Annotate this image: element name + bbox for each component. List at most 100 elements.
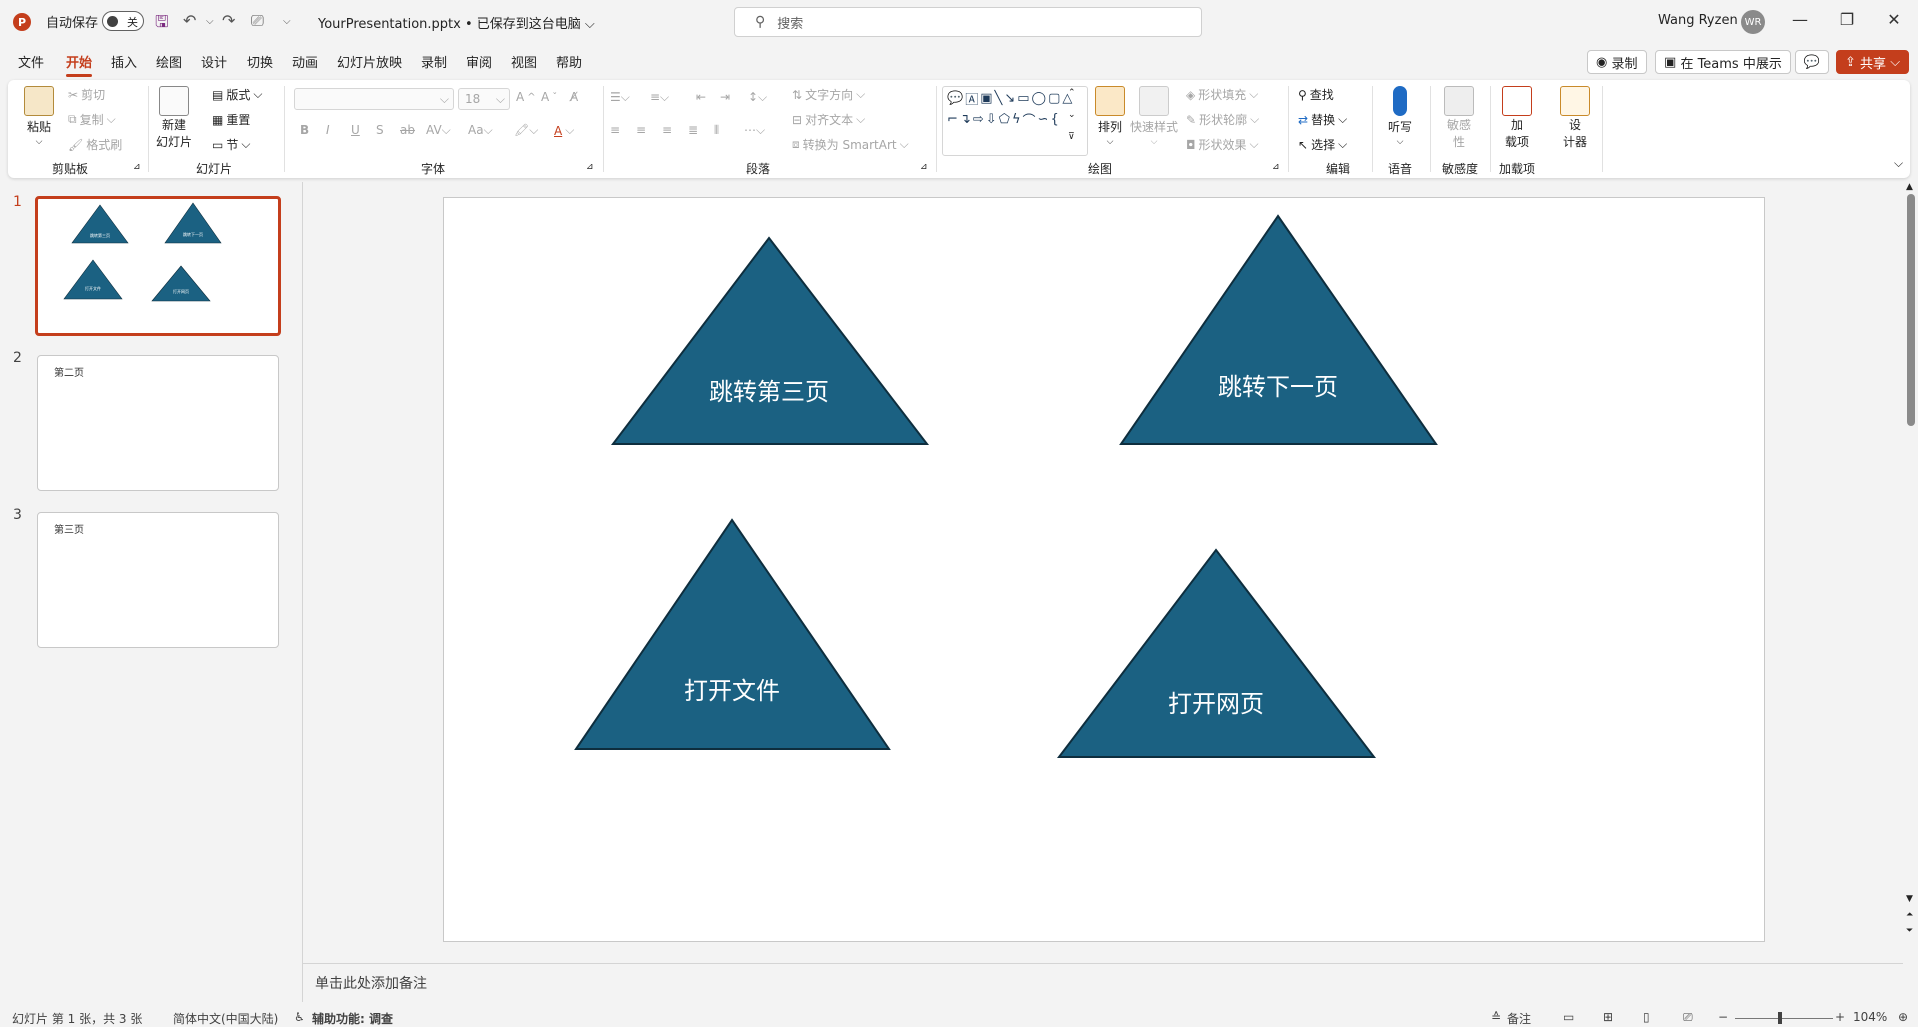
tab-help[interactable]: 帮助 xyxy=(556,52,582,71)
previous-slide-icon[interactable]: ⏶ xyxy=(1906,910,1913,920)
triangle-open-webpage[interactable]: 打开网页 xyxy=(1056,548,1377,758)
search-input[interactable]: ⚲ 搜索 xyxy=(734,7,1202,37)
change-case-button[interactable]: Aa⌵ xyxy=(468,123,493,138)
elbow-arrow-shape-icon[interactable]: ↴ xyxy=(960,112,971,127)
font-name-combo[interactable]: ⌵ xyxy=(294,88,454,110)
triangle-open-file[interactable]: 打开文件 xyxy=(574,518,891,750)
char-spacing-button[interactable]: AV⌵ xyxy=(426,123,451,138)
italic-button[interactable]: I xyxy=(326,123,330,137)
redo-icon[interactable]: ↷ xyxy=(222,11,235,30)
tab-design[interactable]: 设计 xyxy=(201,52,227,71)
triangle-shape[interactable] xyxy=(1056,548,1377,758)
align-text-button[interactable]: ⊟ 对齐文本 ⌵ xyxy=(792,111,865,128)
panel-splitter[interactable] xyxy=(302,182,303,1002)
arc-shape-icon[interactable]: ⌒ xyxy=(1023,110,1036,129)
tab-insert[interactable]: 插入 xyxy=(111,52,137,71)
designer-button[interactable]: 设 计器 xyxy=(1560,86,1590,150)
arrange-button[interactable]: 排列 ⌵ xyxy=(1095,86,1125,147)
slide-thumbnail-2[interactable]: 第二页 xyxy=(37,355,279,491)
zoom-slider[interactable] xyxy=(1735,1018,1833,1019)
vertical-scrollbar[interactable]: ▲ ▼ ⏶ ⏷ xyxy=(1904,182,1918,942)
paragraph-spacing-icon[interactable]: ⋯⌵ xyxy=(744,123,765,138)
record-button[interactable]: ◉ 录制 xyxy=(1587,50,1647,74)
brace-shape-icon[interactable]: { xyxy=(1050,112,1058,127)
callout-shape-icon[interactable]: 💬 xyxy=(947,91,963,106)
notes-toggle-icon[interactable]: ≙ xyxy=(1491,1010,1501,1024)
freeform-shape-icon[interactable]: ϟ xyxy=(1012,112,1021,127)
comments-button[interactable]: 💬 xyxy=(1795,50,1829,74)
zoom-level[interactable]: 104% xyxy=(1853,1010,1887,1024)
tab-review[interactable]: 审阅 xyxy=(466,52,492,71)
clipboard-launcher-icon[interactable]: ⊿ xyxy=(133,162,141,172)
close-button[interactable]: ✕ xyxy=(1871,10,1917,29)
shapes-scroll-down-icon[interactable]: ⌄ xyxy=(1068,110,1076,120)
underline-button[interactable]: U xyxy=(351,123,360,137)
find-button[interactable]: ⚲ 查找 xyxy=(1298,86,1334,103)
numbering-icon[interactable]: ≡⌵ xyxy=(650,90,669,105)
layout-button[interactable]: ▤ 版式 ⌵ xyxy=(212,86,262,103)
text-direction-button[interactable]: ⇅ 文字方向 ⌵ xyxy=(792,86,865,103)
oval-shape-icon[interactable]: ◯ xyxy=(1032,91,1047,106)
notes-pane[interactable]: 单击此处添加备注 xyxy=(303,963,1903,1003)
accessibility-status[interactable]: 辅助功能: 调查 xyxy=(312,1010,393,1027)
user-name[interactable]: Wang Ryzen xyxy=(1658,13,1738,28)
slide-thumbnail-3[interactable]: 第三页 xyxy=(37,512,279,648)
shrink-font-button[interactable]: Aˇ xyxy=(541,90,557,104)
addins-button[interactable]: 加 载项 xyxy=(1502,86,1532,150)
autosave-toggle[interactable]: 关 xyxy=(102,11,144,31)
shapes-gallery[interactable]: 💬 🄰 ▣ ╲ ↘ ▭ ◯ ▢ △ ⌐ ↴ ⇨ ⇩ ⬠ ϟ ⌒ ∽ { xyxy=(942,86,1088,156)
file-name[interactable]: YourPresentation.pptx • 已保存到这台电脑 ⌵ xyxy=(318,13,595,32)
present-from-start-icon[interactable]: ⎚ xyxy=(251,11,264,31)
line-spacing-icon[interactable]: ↕⌵ xyxy=(748,90,767,105)
shape-outline-button[interactable]: ✎ 形状轮廓 ⌵ xyxy=(1186,111,1259,128)
slide-sorter-icon[interactable]: ⊞ xyxy=(1603,1010,1613,1024)
tab-slideshow[interactable]: 幻灯片放映 xyxy=(337,52,402,71)
drawing-launcher-icon[interactable]: ⊿ xyxy=(1272,162,1280,172)
section-button[interactable]: ▭ 节 ⌵ xyxy=(212,136,250,153)
grow-font-button[interactable]: A ^ xyxy=(516,90,536,104)
align-left-icon[interactable]: ≡ xyxy=(610,123,620,137)
next-slide-icon[interactable]: ⏷ xyxy=(1906,926,1913,936)
font-size-combo[interactable]: 18 ⌵ xyxy=(458,88,510,110)
bullets-icon[interactable]: ☰⌵ xyxy=(610,90,630,105)
scroll-up-icon[interactable]: ▲ xyxy=(1906,182,1913,192)
increase-indent-icon[interactable]: ⇥ xyxy=(720,90,730,104)
sensitivity-button[interactable]: 敏感 性 xyxy=(1444,86,1474,150)
triangle-jump-third-page[interactable]: 跳转第三页 xyxy=(610,236,930,445)
present-in-teams-button[interactable]: ▣ 在 Teams 中展示 xyxy=(1655,50,1791,74)
rectangle-shape-icon[interactable]: ▭ xyxy=(1017,91,1029,106)
tab-animations[interactable]: 动画 xyxy=(292,52,318,71)
align-center-icon[interactable]: ≡ xyxy=(636,123,646,137)
accessibility-icon[interactable]: ♿ xyxy=(294,1010,305,1024)
undo-dropdown-icon[interactable]: ⌵ xyxy=(206,16,214,27)
tab-record[interactable]: 录制 xyxy=(421,52,447,71)
slide-canvas[interactable]: 跳转第三页 跳转下一页 打开文件 打开网页 xyxy=(443,197,1765,942)
collapse-ribbon-icon[interactable]: ⌵ xyxy=(1894,156,1903,171)
highlight-icon[interactable]: 🖍⌵ xyxy=(514,123,538,138)
new-slide-button[interactable]: 新建 幻灯片 xyxy=(156,86,192,150)
scrollbar-thumb[interactable] xyxy=(1907,194,1915,426)
zoom-in-icon[interactable]: + xyxy=(1835,1010,1845,1024)
triangle-shape[interactable] xyxy=(574,518,891,750)
minimize-button[interactable]: — xyxy=(1777,10,1823,29)
smartart-button[interactable]: ⧈ 转换为 SmartArt ⌵ xyxy=(792,136,909,153)
justify-icon[interactable]: ≣ xyxy=(688,123,698,137)
line-shape-icon[interactable]: ╲ xyxy=(995,91,1003,106)
elbow-connector-shape-icon[interactable]: ⌐ xyxy=(947,112,958,127)
rounded-rect-shape-icon[interactable]: ▢ xyxy=(1048,91,1060,106)
replace-button[interactable]: ⇄ 替换 ⌵ xyxy=(1298,111,1347,128)
slideshow-icon[interactable]: ⎚ xyxy=(1683,1010,1693,1025)
strikethrough-button[interactable]: ab xyxy=(400,123,415,137)
customize-qat-icon[interactable]: ⌵ xyxy=(283,16,291,27)
right-arrow-shape-icon[interactable]: ⇨ xyxy=(973,112,984,127)
paragraph-launcher-icon[interactable]: ⊿ xyxy=(920,162,928,172)
slide-thumbnail-1[interactable]: 跳转第三页 跳转下一页 打开文件 打开网页 xyxy=(35,196,281,336)
share-button[interactable]: ⇪ 共享 ⌵ xyxy=(1836,50,1910,74)
pentagon-shape-icon[interactable]: ⬠ xyxy=(999,112,1010,127)
columns-icon[interactable]: ⫴ xyxy=(714,123,719,138)
curve-shape-icon[interactable]: ∽ xyxy=(1038,112,1049,127)
tab-draw[interactable]: 绘图 xyxy=(156,52,182,71)
reading-view-icon[interactable]: ▯ xyxy=(1643,1010,1650,1024)
triangle-jump-next-page[interactable]: 跳转下一页 xyxy=(1119,214,1438,445)
reset-button[interactable]: ▦ 重置 xyxy=(212,111,250,128)
